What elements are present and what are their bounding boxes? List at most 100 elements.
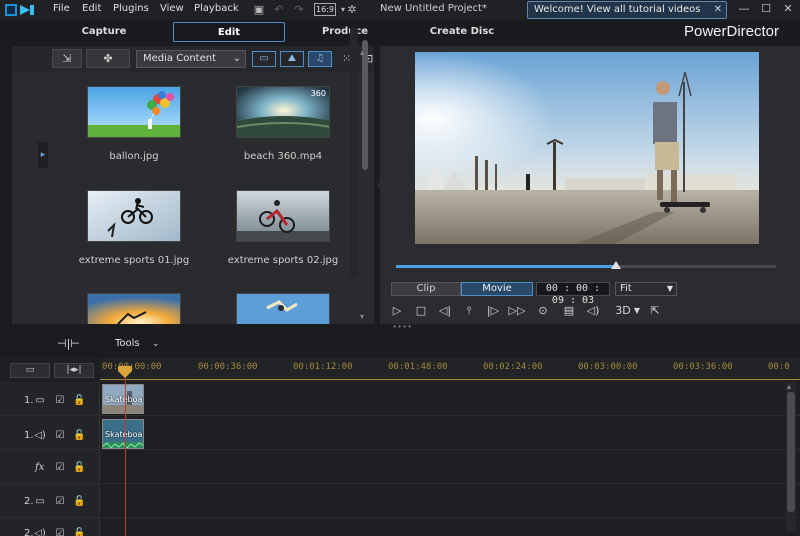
filter-video-icon[interactable]: ▭ bbox=[252, 51, 276, 67]
menu-view[interactable]: View bbox=[160, 3, 184, 14]
menu-edit[interactable]: Edit bbox=[82, 3, 101, 14]
checkbox-icon[interactable]: ☑ bbox=[54, 430, 66, 442]
tab-edit[interactable]: Edit bbox=[173, 22, 285, 42]
tab-create-disc[interactable]: Create Disc bbox=[406, 22, 518, 42]
tab-produce[interactable]: Produce bbox=[289, 22, 401, 42]
checkbox-icon[interactable]: ☑ bbox=[54, 395, 66, 407]
undock-icon[interactable]: ⇱ bbox=[646, 303, 664, 319]
lock-icon[interactable]: 🔓 bbox=[73, 528, 85, 536]
aspect-ratio-button[interactable]: 16:9 bbox=[314, 3, 336, 16]
preview-video bbox=[415, 52, 759, 244]
lock-icon[interactable]: 🔓 bbox=[73, 462, 85, 474]
close-window-icon[interactable]: ✕ bbox=[780, 2, 796, 16]
fast-forward-icon[interactable]: ▷▷ bbox=[508, 303, 526, 319]
filter-audio-icon[interactable]: ♫ bbox=[308, 51, 332, 67]
fx-track-label: fx bbox=[35, 462, 45, 473]
library-scrollbar[interactable] bbox=[350, 28, 358, 278]
ruler-tick: 00:03:00:00 bbox=[578, 362, 638, 372]
next-frame-icon[interactable]: |▷ bbox=[484, 303, 502, 319]
powerdirector-logo-icon bbox=[5, 4, 34, 16]
library-expand-handle[interactable]: ▸ bbox=[38, 142, 48, 168]
close-icon[interactable]: ✕ bbox=[714, 2, 722, 18]
maximize-icon[interactable]: ☐ bbox=[758, 2, 774, 16]
welcome-banner[interactable]: Welcome! View all tutorial videos here! … bbox=[527, 1, 727, 31]
media-content-value: Media Content bbox=[143, 53, 216, 64]
audio-track-icon: ◁) bbox=[34, 528, 46, 536]
preview-frame-image bbox=[415, 52, 759, 244]
thumbnail-ballon[interactable] bbox=[87, 86, 181, 138]
chevron-down-icon[interactable]: ⌄ bbox=[152, 339, 160, 349]
import-media-icon[interactable]: ⇲ bbox=[52, 49, 82, 68]
scrub-progress bbox=[396, 265, 616, 268]
track-manager-icon[interactable]: ▭ bbox=[10, 363, 50, 378]
menu-bar: File Edit Plugins View Playback ▣ ↶ ↷ 16… bbox=[0, 0, 800, 31]
media-content-dropdown[interactable]: Media Content ⌄ bbox=[136, 50, 246, 68]
ruler-tick: 00:01:12:00 bbox=[293, 362, 353, 372]
menu-file[interactable]: File bbox=[53, 3, 70, 14]
filter-image-icon[interactable]: ⛰ bbox=[280, 51, 304, 67]
redo-icon[interactable]: ↷ bbox=[292, 3, 306, 17]
checkbox-icon[interactable]: ☑ bbox=[54, 496, 66, 508]
checkbox-icon[interactable]: ☑ bbox=[54, 462, 66, 474]
thumbnail-extreme-sports-02[interactable] bbox=[236, 190, 330, 242]
lock-icon[interactable]: 🔓 bbox=[73, 395, 85, 407]
movie-mode-button[interactable]: Movie bbox=[461, 282, 533, 296]
thumbnail-label: beach 360.mp4 bbox=[243, 151, 323, 162]
tab-capture[interactable]: Capture bbox=[48, 22, 160, 42]
ballon-image bbox=[88, 87, 180, 137]
audio-clip[interactable]: Skateboard bbox=[102, 419, 144, 449]
volume-icon[interactable]: ◁) bbox=[584, 303, 602, 319]
project-title: New Untitled Project* bbox=[380, 3, 487, 14]
extreme-sports-01-image bbox=[88, 191, 180, 241]
tools-menu[interactable]: Tools bbox=[115, 338, 140, 349]
play-icon[interactable]: ▷ bbox=[388, 303, 406, 319]
scrub-handle[interactable] bbox=[611, 261, 621, 271]
left-rail bbox=[0, 46, 12, 324]
menu-plugins[interactable]: Plugins bbox=[113, 3, 149, 14]
split-icon[interactable]: ⫯ bbox=[460, 303, 478, 319]
track-row-audio-2 bbox=[0, 518, 800, 536]
thumbnail-beach-360[interactable]: 360 bbox=[236, 86, 330, 138]
minimize-icon[interactable]: — bbox=[736, 2, 752, 16]
badge-360: 360 bbox=[310, 89, 326, 98]
video-track-icon: ▭ bbox=[35, 496, 45, 507]
thumbnail-label: extreme sports 02.jpg bbox=[227, 255, 339, 266]
fit-track-icon[interactable]: |◂▸| bbox=[54, 363, 94, 378]
lock-icon[interactable]: 🔓 bbox=[73, 430, 85, 442]
subtitle-icon[interactable]: ▤ bbox=[560, 303, 578, 319]
thumbnail-jumper[interactable] bbox=[236, 293, 330, 324]
menu-playback[interactable]: Playback bbox=[194, 3, 239, 14]
ruler-baseline bbox=[100, 376, 800, 380]
scroll-down-icon[interactable]: ▾ bbox=[360, 312, 364, 321]
save-icon[interactable]: ▣ bbox=[252, 3, 266, 17]
library-scroll-thumb[interactable] bbox=[362, 40, 368, 170]
scroll-up-icon[interactable]: ▴ bbox=[360, 48, 364, 57]
zoom-fit-dropdown[interactable]: Fit ▼ bbox=[615, 282, 677, 296]
lock-icon[interactable]: 🔓 bbox=[73, 496, 85, 508]
chevron-down-icon[interactable]: ▼ bbox=[628, 303, 646, 319]
video-clip[interactable]: Skateboard bbox=[102, 384, 144, 414]
clip-mode-button[interactable]: Clip bbox=[391, 282, 461, 296]
fit-timeline-icon[interactable]: ⊣|⊢ bbox=[57, 337, 80, 350]
ruler-tick: 00:03:36:00 bbox=[673, 362, 733, 372]
track-number: 1. bbox=[24, 395, 34, 406]
stop-icon[interactable]: □ bbox=[412, 303, 430, 319]
plugins-icon[interactable]: ✤ bbox=[86, 49, 130, 68]
timecode-display[interactable]: 00 : 00 : 09 : 03 bbox=[536, 282, 610, 306]
undo-icon[interactable]: ↶ bbox=[272, 3, 286, 17]
track-number: 2. bbox=[24, 528, 34, 536]
gear-icon[interactable]: ✲ bbox=[345, 3, 359, 17]
thumbnail-sunset[interactable] bbox=[87, 293, 181, 324]
scroll-up-icon[interactable]: ▴ bbox=[787, 382, 791, 391]
fit-value: Fit bbox=[620, 283, 632, 294]
timeline-scroll-thumb[interactable] bbox=[787, 392, 795, 512]
playhead-line bbox=[125, 372, 126, 536]
previous-frame-icon[interactable]: ◁| bbox=[436, 303, 454, 319]
thumbnail-label: extreme sports 01.jpg bbox=[78, 255, 190, 266]
snapshot-icon[interactable]: ⊙ bbox=[534, 303, 552, 319]
checkbox-icon[interactable]: ☑ bbox=[54, 528, 66, 536]
thumbnail-extreme-sports-01[interactable] bbox=[87, 190, 181, 242]
mode-bar: Capture Edit Produce Create Disc bbox=[0, 20, 800, 44]
playhead-marker[interactable] bbox=[118, 366, 132, 378]
chevron-down-icon: ▼ bbox=[666, 284, 673, 293]
